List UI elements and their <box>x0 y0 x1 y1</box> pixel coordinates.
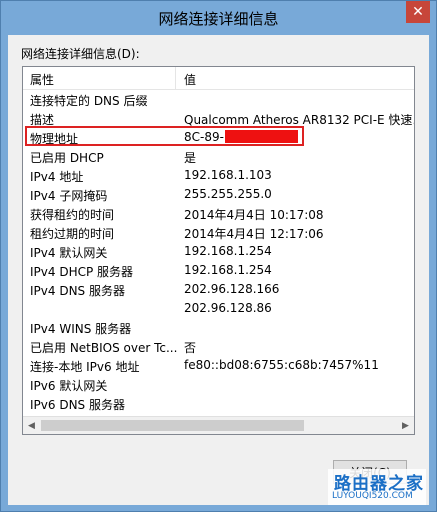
property-value: 是 <box>184 151 197 165</box>
property-name: IPv4 子网掩码 <box>30 189 108 203</box>
horizontal-scrollbar[interactable]: ◀ ▶ <box>23 416 414 434</box>
property-value: 192.168.1.103 <box>184 168 272 182</box>
property-value: 202.96.128.86 <box>184 301 272 315</box>
details-label: 网络连接详细信息(D): <box>21 47 140 61</box>
property-name: IPv4 DHCP 服务器 <box>30 265 134 279</box>
list-row[interactable]: 已启用 DHCP 是 <box>23 147 414 166</box>
network-details-window: 网络连接详细信息 ✕ 网络连接详细信息(D): 属性 值 连接特定的 DNS 后… <box>0 0 437 512</box>
list-row[interactable]: 已启用 NetBIOS over Tc... 否 <box>23 337 414 356</box>
watermark-url: LUYOUQI520.COM <box>332 491 413 501</box>
property-name: IPv4 地址 <box>30 170 84 184</box>
list-row[interactable]: 连接特定的 DNS 后缀 <box>23 90 414 109</box>
property-value: 192.168.1.254 <box>184 263 272 277</box>
property-name: IPv4 WINS 服务器 <box>30 322 132 336</box>
scroll-right-icon[interactable]: ▶ <box>397 417 414 434</box>
list-row[interactable]: 连接-本地 IPv6 地址 fe80::bd08:6755:c68b:7457%1… <box>23 356 414 375</box>
details-list[interactable]: 属性 值 连接特定的 DNS 后缀 描述 Qualcomm Atheros AR8… <box>22 66 415 435</box>
property-name: 连接特定的 DNS 后缀 <box>30 94 148 108</box>
property-name: 获得租约的时间 <box>30 208 115 222</box>
column-header-value[interactable]: 值 <box>184 71 196 88</box>
property-name: IPv4 DNS 服务器 <box>30 284 125 298</box>
property-value: 255.255.255.0 <box>184 187 272 201</box>
list-row[interactable]: IPv4 WINS 服务器 <box>23 318 414 337</box>
property-name: 租约过期的时间 <box>30 227 115 241</box>
property-name: IPv6 默认网关 <box>30 379 108 393</box>
property-value: 202.96.128.166 <box>184 282 280 296</box>
property-name: IPv4 默认网关 <box>30 246 108 260</box>
property-name: 已启用 DHCP <box>30 151 104 165</box>
property-value: fe80::bd08:6755:c68b:7457%11 <box>184 358 379 372</box>
close-icon[interactable]: ✕ <box>406 1 430 23</box>
property-name: 连接-本地 IPv6 地址 <box>30 360 140 374</box>
column-header-property[interactable]: 属性 <box>30 71 54 88</box>
list-row[interactable]: IPv6 DNS 服务器 <box>23 394 414 413</box>
property-value: 2014年4月4日 12:17:06 <box>184 227 324 241</box>
list-header: 属性 值 <box>23 67 414 90</box>
property-value: 2014年4月4日 10:17:08 <box>184 208 324 222</box>
list-row[interactable]: 202.96.128.86 <box>23 299 414 318</box>
property-value: 192.168.1.254 <box>184 244 272 258</box>
property-name: IPv6 DNS 服务器 <box>30 398 125 412</box>
property-value: 否 <box>184 341 197 355</box>
column-divider[interactable] <box>175 67 176 89</box>
list-row[interactable]: IPv4 默认网关 192.168.1.254 <box>23 242 414 261</box>
list-row[interactable]: IPv4 子网掩码 255.255.255.0 <box>23 185 414 204</box>
window-title: 网络连接详细信息 <box>158 9 279 28</box>
physical-address-highlight <box>25 126 304 146</box>
list-row[interactable]: 租约过期的时间 2014年4月4日 12:17:06 <box>23 223 414 242</box>
property-name: 已启用 NetBIOS over Tc... <box>30 341 178 355</box>
list-row[interactable]: IPv4 地址 192.168.1.103 <box>23 166 414 185</box>
title-bar[interactable]: 网络连接详细信息 ✕ <box>1 1 436 35</box>
dialog-client-area: 网络连接详细信息(D): 属性 值 连接特定的 DNS 后缀 描述 Qualcom… <box>8 35 429 505</box>
scrollbar-thumb[interactable] <box>41 420 304 431</box>
watermark-logo: 路由器之家 LUYOUQI520.COM <box>328 469 426 505</box>
list-row[interactable]: IPv4 DHCP 服务器 192.168.1.254 <box>23 261 414 280</box>
scroll-left-icon[interactable]: ◀ <box>23 417 40 434</box>
list-row[interactable]: IPv6 默认网关 <box>23 375 414 394</box>
list-row[interactable]: IPv4 DNS 服务器 202.96.128.166 <box>23 280 414 299</box>
list-row[interactable]: 获得租约的时间 2014年4月4日 10:17:08 <box>23 204 414 223</box>
